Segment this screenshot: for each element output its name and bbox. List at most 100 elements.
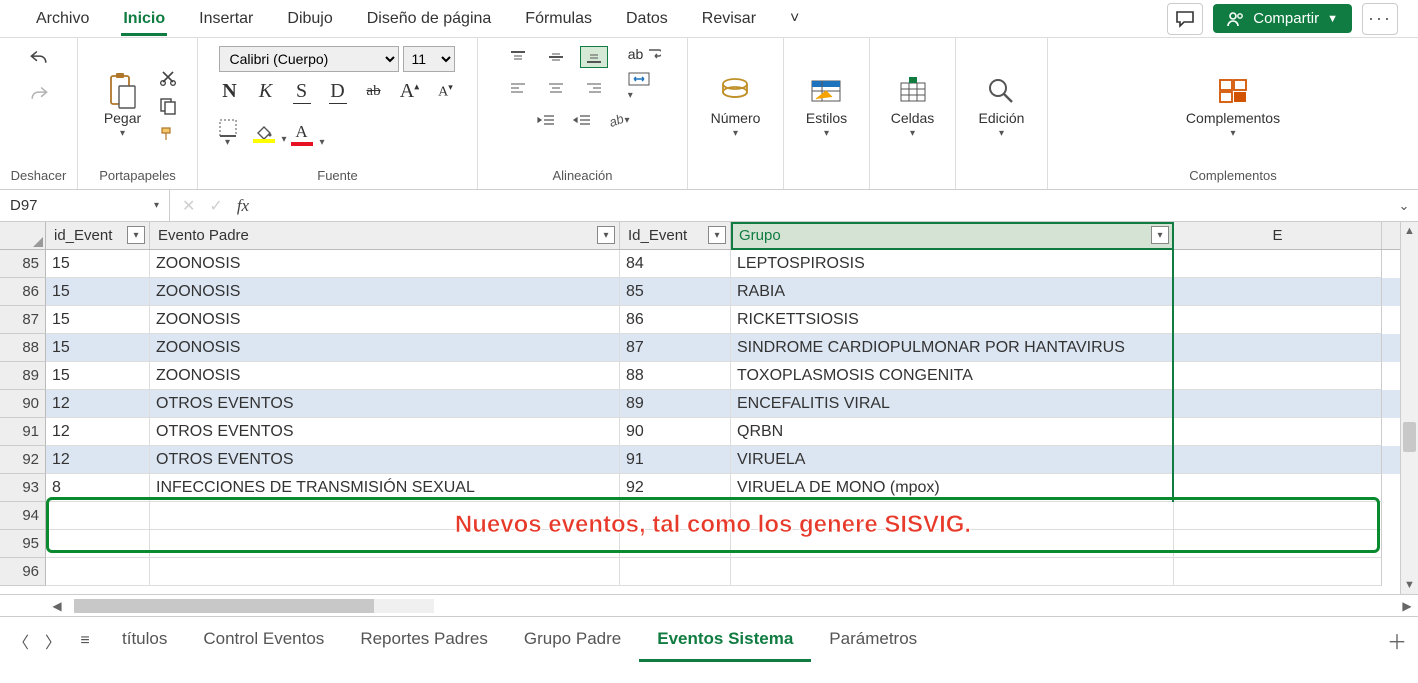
cell[interactable] [1174,334,1382,362]
cell[interactable] [150,558,620,586]
row-header[interactable]: 95 [0,530,46,558]
row-header[interactable]: 88 [0,334,46,362]
sheet-tab-grupo-padre[interactable]: Grupo Padre [506,619,639,662]
cell[interactable]: 91 [620,446,731,474]
filter-button[interactable]: ▾ [708,226,726,244]
share-button[interactable]: Compartir ▼ [1213,4,1352,33]
merge-button[interactable]: ▾ [628,72,662,101]
cell[interactable]: ZOONOSIS [150,306,620,334]
cell[interactable]: OTROS EVENTOS [150,390,620,418]
row-header[interactable]: 85 [0,250,46,278]
cell[interactable]: 15 [46,362,150,390]
cell[interactable] [1174,558,1382,586]
sheet-tab-reportes-padres[interactable]: Reportes Padres [342,619,506,662]
bold-button[interactable]: N [219,80,241,103]
horizontal-scrollbar[interactable]: ◀ ▶ [0,594,1418,616]
cell[interactable]: ENCEFALITIS VIRAL [731,390,1174,418]
undo-button[interactable] [28,46,50,68]
cell[interactable]: 12 [46,418,150,446]
align-middle-button[interactable] [542,46,570,68]
row-header[interactable]: 86 [0,278,46,306]
increase-indent-button[interactable] [571,109,593,131]
cell[interactable]: 84 [620,250,731,278]
shrink-font-button[interactable]: A▾ [435,82,457,101]
fill-color-button[interactable]: ▾ [253,125,275,143]
cell[interactable] [1174,390,1382,418]
sheet-tab-eventos-sistema[interactable]: Eventos Sistema [639,619,811,662]
styles-button[interactable]: Estilos ▾ [798,70,855,143]
sheet-tab-parámetros[interactable]: Parámetros [811,619,935,662]
cell[interactable]: 88 [620,362,731,390]
confirm-formula-button[interactable]: ✓ [209,196,222,216]
scroll-up-button[interactable]: ▲ [1401,222,1418,240]
column-header-E[interactable]: E [1174,222,1382,249]
menu-tab-revisar[interactable]: Revisar [686,2,772,36]
addins-button[interactable]: Complementos ▾ [1178,70,1288,143]
font-size-select[interactable]: 11 [403,46,455,72]
sheet-nav-next[interactable]: 〉 [40,628,66,654]
paste-button[interactable]: Pegar ▾ [96,70,149,143]
cell[interactable] [1174,278,1382,306]
cell[interactable]: 89 [620,390,731,418]
column-header-B[interactable]: Evento Padre▾ [150,222,620,249]
cell[interactable] [1174,362,1382,390]
menu-tab-datos[interactable]: Datos [610,2,684,36]
menu-tab-inicio[interactable]: Inicio [107,2,181,36]
cell[interactable]: 15 [46,334,150,362]
cell[interactable]: TOXOPLASMOSIS CONGENITA [731,362,1174,390]
cell[interactable]: ZOONOSIS [150,334,620,362]
insert-function-button[interactable]: fx [237,196,249,216]
filter-button[interactable]: ▾ [597,226,615,244]
select-all-corner[interactable] [0,222,46,249]
cell[interactable]: 85 [620,278,731,306]
row-header[interactable]: 87 [0,306,46,334]
editing-button[interactable]: Edición ▾ [971,70,1033,143]
add-sheet-button[interactable]: ＋ [1384,628,1410,654]
column-header-A[interactable]: id_Event▾ [46,222,150,249]
cells-button[interactable]: Celdas ▾ [883,70,943,143]
cell[interactable] [1174,306,1382,334]
menu-tab-insertar[interactable]: Insertar [183,2,269,36]
copy-button[interactable] [157,95,179,117]
menu-tab-fórmulas[interactable]: Fórmulas [509,2,608,36]
cell[interactable]: VIRUELA [731,446,1174,474]
row-header[interactable]: 96 [0,558,46,586]
cell[interactable]: LEPTOSPIROSIS [731,250,1174,278]
cell[interactable] [731,558,1174,586]
sheet-list-button[interactable]: ≡ [72,628,98,654]
sheet-tab-títulos[interactable]: títulos [104,619,185,662]
italic-button[interactable]: K [255,80,277,103]
cell[interactable]: SINDROME CARDIOPULMONAR POR HANTAVIRUS [731,334,1174,362]
cell[interactable]: 90 [620,418,731,446]
row-header[interactable]: 91 [0,418,46,446]
grow-font-button[interactable]: A▴ [399,80,421,103]
scroll-thumb[interactable] [1403,422,1416,452]
double-underline-button[interactable]: D [327,80,349,103]
formula-input[interactable] [261,190,1390,221]
borders-button[interactable]: ▾ [219,119,237,148]
sheet-nav-prev[interactable]: 〈 [8,628,34,654]
cell[interactable] [1174,418,1382,446]
cell[interactable]: 15 [46,306,150,334]
cell[interactable]: 12 [46,390,150,418]
cancel-formula-button[interactable]: ✕ [182,196,195,216]
hscroll-thumb[interactable] [74,599,374,613]
column-header-D[interactable]: Grupo▾ [731,222,1174,249]
redo-button[interactable] [28,82,50,104]
align-right-button[interactable] [580,77,608,99]
name-box[interactable]: D97 ▾ [0,190,170,221]
comments-button[interactable] [1167,3,1203,35]
filter-button[interactable]: ▾ [1151,226,1169,244]
wrap-text-button[interactable]: ab [628,46,662,62]
cell[interactable] [1174,250,1382,278]
cell[interactable]: 15 [46,278,150,306]
cell[interactable]: ZOONOSIS [150,250,620,278]
row-header[interactable]: 94 [0,502,46,530]
cell[interactable] [1174,446,1382,474]
cell[interactable]: ZOONOSIS [150,278,620,306]
row-header[interactable]: 93 [0,474,46,502]
orientation-button[interactable]: ab▾ [607,109,629,131]
row-header[interactable]: 90 [0,390,46,418]
cell[interactable]: 87 [620,334,731,362]
cell[interactable]: ZOONOSIS [150,362,620,390]
